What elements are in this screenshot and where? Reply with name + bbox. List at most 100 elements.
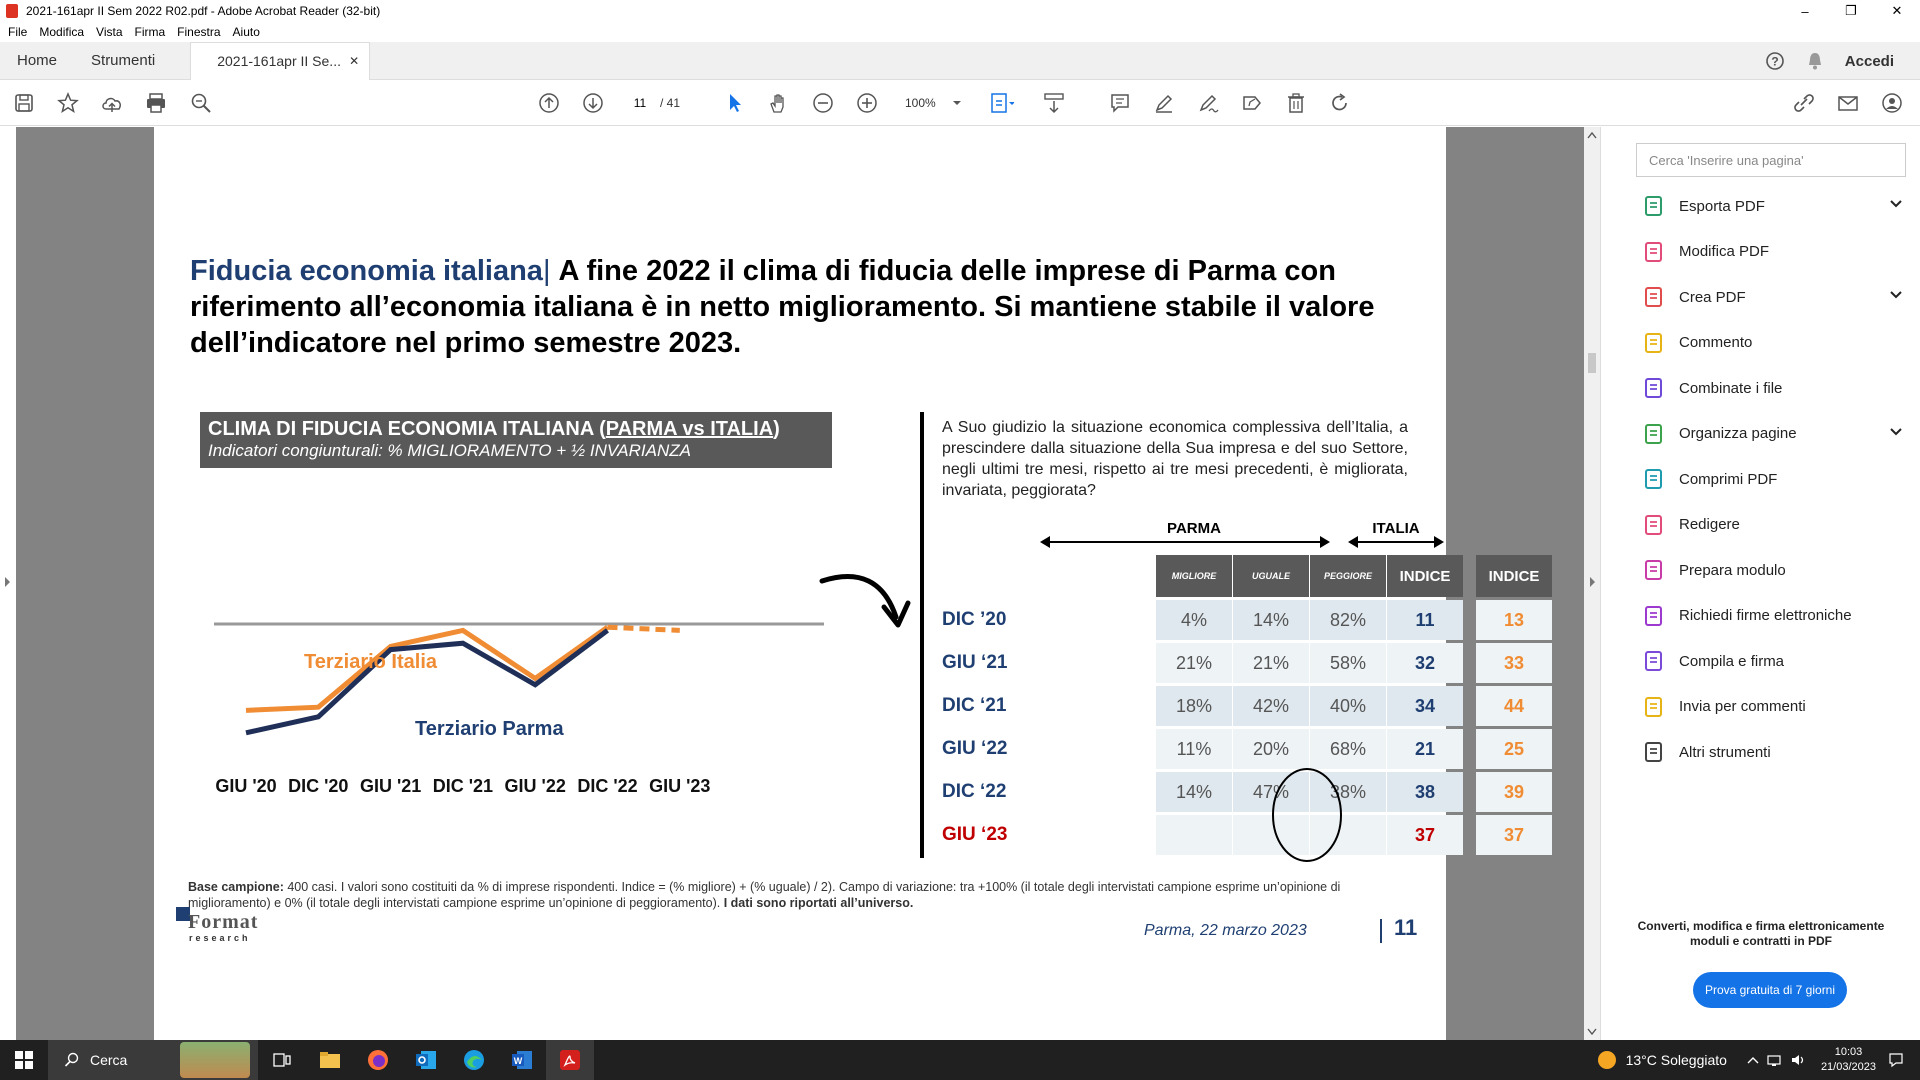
hand-tool-icon[interactable]	[766, 91, 790, 115]
close-tab-icon[interactable]: ✕	[349, 54, 359, 68]
clock[interactable]: 10:03 21/03/2023	[1821, 1045, 1876, 1075]
volume-icon[interactable]	[1791, 1053, 1807, 1067]
tool-item-label: Invia per commenti	[1679, 698, 1806, 715]
scrollbar-thumb[interactable]	[1588, 353, 1596, 373]
search-highlight-image	[180, 1042, 250, 1078]
table-cell-u: 21%	[1233, 643, 1309, 683]
windows-start-icon[interactable]	[0, 1040, 48, 1080]
section-box-title: CLIMA DI FIDUCIA ECONOMIA ITALIANA (PARM…	[200, 412, 832, 468]
menu-modifica[interactable]: Modifica	[39, 25, 84, 39]
tab-tools[interactable]: Strumenti	[74, 52, 172, 69]
task-view-icon[interactable]	[258, 1040, 306, 1080]
rotate-icon[interactable]	[1328, 91, 1352, 115]
table-cell-p: 68%	[1310, 729, 1386, 769]
tool-item-12[interactable]: Altri strumenti	[1643, 739, 1903, 765]
tab-bar: Home Strumenti 2021-161apr II Se... ✕ ? …	[0, 41, 1920, 80]
print-icon[interactable]	[144, 91, 168, 115]
tab-document[interactable]: 2021-161apr II Se... ✕	[190, 41, 371, 80]
zoom-level-select[interactable]: 100%	[905, 96, 936, 110]
chevron-down-icon[interactable]	[1889, 425, 1903, 443]
tool-item-2[interactable]: Crea PDF	[1643, 284, 1903, 310]
scroll-mode-icon[interactable]	[1042, 91, 1066, 115]
help-icon[interactable]: ?	[1765, 51, 1785, 71]
tab-document-label: 2021-161apr II Se...	[217, 53, 341, 69]
table-cell-p: 58%	[1310, 643, 1386, 683]
tool-item-5[interactable]: Organizza pagine	[1643, 421, 1903, 447]
zoom-search-icon[interactable]	[189, 91, 213, 115]
menu-aiuto[interactable]: Aiuto	[233, 25, 260, 39]
delete-trash-icon[interactable]	[1284, 91, 1308, 115]
highlight-pen-icon[interactable]	[1152, 91, 1176, 115]
menu-file[interactable]: File	[8, 25, 27, 39]
file-explorer-icon[interactable]	[306, 1040, 354, 1080]
account-share-icon[interactable]	[1880, 91, 1904, 115]
close-window-button[interactable]: ✕	[1874, 0, 1920, 22]
table-header-4: INDICE	[1476, 555, 1552, 597]
edge-icon[interactable]	[450, 1040, 498, 1080]
minimize-button[interactable]: –	[1782, 0, 1828, 22]
tool-item-11[interactable]: Invia per commenti	[1643, 694, 1903, 720]
tool-item-6[interactable]: Comprimi PDF	[1643, 466, 1903, 492]
maximize-button[interactable]: ❐	[1828, 0, 1874, 22]
clock-time: 10:03	[1834, 1046, 1863, 1058]
tool-item-label: Comprimi PDF	[1679, 470, 1778, 488]
zoom-in-icon[interactable]	[855, 91, 879, 115]
cloud-upload-icon[interactable]	[100, 91, 124, 115]
previous-page-icon[interactable]	[537, 91, 561, 115]
page-fit-icon[interactable]	[990, 91, 1014, 115]
page-footer-number: 11	[1394, 915, 1418, 940]
tools-search-input[interactable]: Cerca 'Inserire una pagina'	[1636, 143, 1906, 177]
table-cell-idx: 21	[1387, 729, 1463, 769]
weather-text: 13°C Soleggiato	[1625, 1052, 1727, 1068]
sign-in-button[interactable]: Accedi	[1845, 53, 1894, 70]
firefox-icon[interactable]	[354, 1040, 402, 1080]
tool-item-8[interactable]: Prepara modulo	[1643, 557, 1903, 583]
page-number-input[interactable]	[620, 92, 660, 114]
email-icon[interactable]	[1836, 91, 1860, 115]
tool-item-9[interactable]: Richiedi firme elettroniche	[1643, 603, 1903, 629]
next-page-icon[interactable]	[581, 91, 605, 115]
chevron-down-icon[interactable]	[945, 91, 969, 115]
chevron-down-icon[interactable]	[1889, 197, 1903, 215]
save-icon[interactable]	[12, 91, 36, 115]
tool-item-0[interactable]: Esporta PDF	[1643, 193, 1903, 219]
comment-icon[interactable]	[1108, 91, 1132, 115]
menu-firma[interactable]: Firma	[135, 25, 166, 39]
network-icon[interactable]	[1767, 1053, 1783, 1067]
menu-finestra[interactable]: Finestra	[177, 25, 220, 39]
tool-item-label: Redigere	[1679, 516, 1740, 533]
chevron-down-icon[interactable]	[1889, 288, 1903, 306]
notification-bell-icon[interactable]	[1805, 51, 1825, 71]
menu-vista[interactable]: Vista	[96, 25, 122, 39]
tool-item-10[interactable]: Compila e firma	[1643, 648, 1903, 674]
free-trial-button[interactable]: Prova gratuita di 7 giorni	[1693, 972, 1847, 1008]
left-panel-toggle[interactable]	[0, 127, 16, 1040]
tool-item-4[interactable]: Combinate i file	[1643, 375, 1903, 401]
bookmark-star-icon[interactable]	[56, 91, 80, 115]
table-cell-m: 14%	[1156, 772, 1232, 812]
acrobat-taskbar-icon[interactable]	[546, 1040, 594, 1080]
word-icon[interactable]: W	[498, 1040, 546, 1080]
tab-home[interactable]: Home	[0, 52, 74, 69]
series-projection-0	[607, 624, 680, 633]
series-label-0: Terziario Italia	[304, 651, 438, 673]
x-tick-label: GIU '20	[215, 776, 276, 796]
outlook-icon[interactable]	[402, 1040, 450, 1080]
zoom-out-icon[interactable]	[811, 91, 835, 115]
tray-expand-icon[interactable]	[1747, 1055, 1759, 1065]
select-cursor-icon[interactable]	[723, 91, 747, 115]
notifications-icon[interactable]	[1888, 1052, 1904, 1068]
taskbar-search[interactable]: Cerca	[48, 1040, 258, 1080]
tool-item-3[interactable]: Commento	[1643, 330, 1903, 356]
tool-item-1[interactable]: Modifica PDF	[1643, 239, 1903, 265]
page-title-sep: |	[542, 255, 559, 287]
pdf-page: Fiducia economia italiana| A fine 2022 i…	[154, 127, 1552, 1040]
promo-text: Converti, modifica e firma elettronicame…	[1637, 919, 1885, 948]
vertical-scrollbar[interactable]	[1584, 127, 1600, 1040]
tool-icon	[1643, 423, 1665, 445]
sign-icon[interactable]	[1196, 91, 1220, 115]
share-edit-icon[interactable]	[1240, 91, 1264, 115]
link-share-icon[interactable]	[1792, 91, 1816, 115]
tool-item-7[interactable]: Redigere	[1643, 512, 1903, 538]
table-cell-idx: 32	[1387, 643, 1463, 683]
